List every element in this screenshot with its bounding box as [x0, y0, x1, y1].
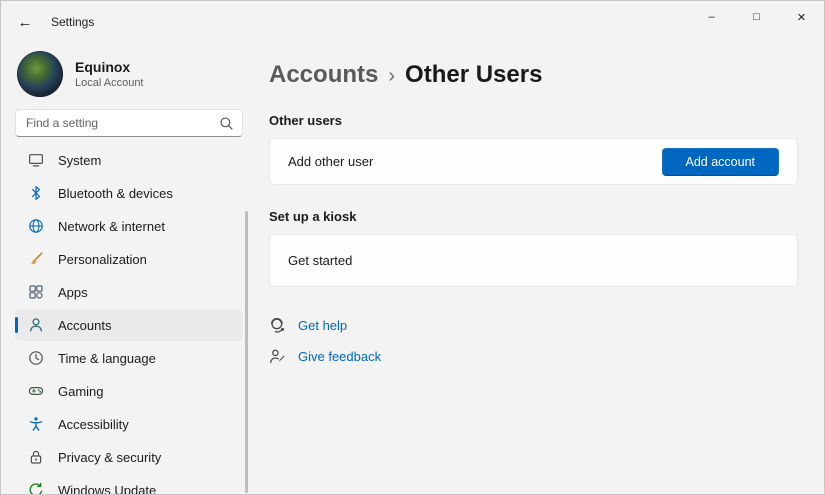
give-feedback-link[interactable]: Give feedback: [298, 349, 381, 364]
sidebar-item-gaming[interactable]: Gaming: [15, 375, 243, 407]
sidebar-item-personalization[interactable]: Personalization: [15, 243, 243, 275]
get-help-link[interactable]: Get help: [298, 318, 347, 333]
sidebar-nav: System Bluetooth & devices Network & int…: [15, 143, 245, 495]
accessibility-icon: [27, 416, 44, 433]
network-icon: [27, 218, 44, 235]
feedback-icon: [269, 348, 286, 365]
breadcrumb-accounts[interactable]: Accounts: [269, 61, 378, 89]
user-info: Equinox Local Account: [75, 59, 144, 89]
get-help-row: Get help: [269, 317, 798, 334]
kiosk-get-started-label: Get started: [288, 253, 353, 268]
add-other-user-row: Add other user Add account: [269, 138, 798, 185]
sidebar-item-windows-update[interactable]: Windows Update: [15, 474, 243, 495]
sidebar-item-bluetooth-devices[interactable]: Bluetooth & devices: [15, 177, 243, 209]
avatar: [17, 51, 63, 97]
sidebar-item-label: Accounts: [58, 317, 112, 333]
sidebar-item-system[interactable]: System: [15, 144, 243, 176]
sidebar: Equinox Local Account System: [1, 43, 251, 495]
sidebar-item-label: Time & language: [58, 350, 156, 366]
section-heading-kiosk: Set up a kiosk: [269, 209, 357, 224]
sidebar-item-accessibility[interactable]: Accessibility: [15, 408, 243, 440]
sidebar-item-label: Personalization: [58, 251, 147, 267]
breadcrumb: Accounts › Other Users: [269, 61, 798, 89]
sidebar-item-label: Privacy & security: [58, 449, 162, 465]
back-button[interactable]: ←: [9, 7, 41, 37]
search-box: [15, 109, 243, 137]
sidebar-item-accounts[interactable]: Accounts: [15, 309, 243, 341]
sidebar-item-time-language[interactable]: Time & language: [15, 342, 243, 374]
get-help-icon: [269, 317, 286, 334]
section-heading-other-users: Other users: [269, 113, 342, 128]
personalization-icon: [27, 251, 44, 268]
system-icon: [27, 152, 44, 169]
window-title: Settings: [51, 15, 95, 29]
sidebar-item-privacy-security[interactable]: Privacy & security: [15, 441, 243, 473]
add-account-button[interactable]: Add account: [661, 147, 779, 176]
sidebar-item-label: Apps: [58, 284, 88, 300]
sidebar-item-network-internet[interactable]: Network & internet: [15, 210, 243, 242]
window-controls: – □ ✕: [689, 1, 824, 33]
add-other-user-label: Add other user: [288, 154, 374, 169]
sidebar-item-label: Gaming: [58, 383, 104, 399]
bluetooth-icon: [27, 185, 44, 202]
kiosk-get-started-row[interactable]: Get started: [269, 234, 798, 287]
privacy-security-icon: [27, 449, 44, 466]
user-account-type: Local Account: [75, 77, 144, 89]
sidebar-item-label: Bluetooth & devices: [58, 185, 173, 201]
titlebar: ← Settings – □ ✕: [1, 1, 824, 43]
user-name: Equinox: [75, 59, 131, 75]
accounts-icon: [27, 317, 44, 334]
sidebar-scrollbar[interactable]: [245, 211, 248, 493]
page-title: Other Users: [405, 61, 543, 88]
help-links: Get help Give feedback: [269, 317, 798, 365]
sidebar-item-apps[interactable]: Apps: [15, 276, 243, 308]
gaming-icon: [27, 383, 44, 400]
give-feedback-row: Give feedback: [269, 348, 798, 365]
main-content: Accounts › Other Users Other users Add o…: [251, 43, 824, 494]
sidebar-item-label: Windows Update: [58, 482, 157, 495]
minimize-button[interactable]: –: [689, 1, 734, 33]
maximize-button[interactable]: □: [734, 1, 779, 33]
windows-update-icon: [27, 482, 44, 494]
time-language-icon: [27, 350, 44, 367]
breadcrumb-separator: ›: [388, 65, 396, 87]
search-input[interactable]: [26, 116, 219, 130]
search-icon[interactable]: [219, 116, 234, 131]
close-button[interactable]: ✕: [779, 1, 824, 33]
sidebar-item-label: Network & internet: [58, 218, 165, 234]
sidebar-item-label: System: [58, 152, 102, 168]
user-account-card[interactable]: Equinox Local Account: [15, 49, 245, 107]
sidebar-item-label: Accessibility: [58, 416, 129, 432]
settings-window: ← Settings – □ ✕ Equinox Local Account F…: [0, 0, 825, 495]
apps-icon: [27, 284, 44, 301]
